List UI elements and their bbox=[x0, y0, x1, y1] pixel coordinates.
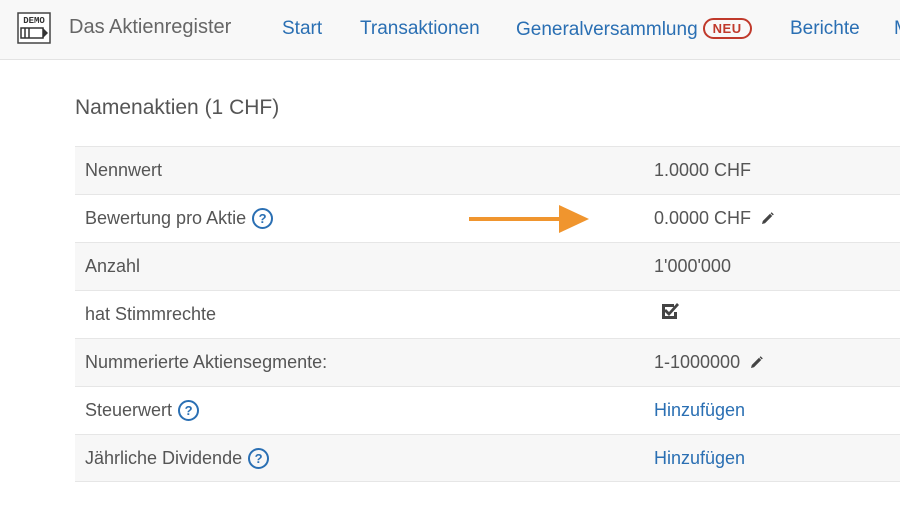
row-label: hat Stimmrechte bbox=[85, 304, 217, 324]
table-row: Nennwert 1.0000 CHF bbox=[75, 146, 900, 194]
row-label: Nummerierte Aktiensegmente: bbox=[85, 352, 328, 372]
table-row: hat Stimmrechte bbox=[75, 290, 900, 338]
row-value-wrapper: 1-1000000 bbox=[654, 339, 763, 386]
pencil-icon[interactable] bbox=[761, 212, 774, 225]
section-title: Namenaktien (1 CHF) bbox=[75, 96, 280, 119]
add-tax-value-link[interactable]: Hinzufügen bbox=[654, 400, 745, 421]
row-label-wrapper: Steuerwert ? bbox=[85, 387, 200, 434]
row-label: Jährliche Dividende bbox=[85, 448, 243, 468]
table-row: Jährliche Dividende ? Hinzufügen bbox=[75, 434, 900, 482]
top-navbar: DEMO Das Aktienregister Start Transaktio… bbox=[0, 0, 900, 60]
row-value-wrapper: Hinzufügen bbox=[654, 387, 745, 434]
question-circle-icon[interactable]: ? bbox=[252, 208, 274, 229]
demo-logo-icon[interactable]: DEMO bbox=[17, 12, 51, 44]
row-value-wrapper: Hinzufügen bbox=[654, 435, 745, 482]
row-value: 1.0000 CHF bbox=[654, 160, 752, 180]
nav-generalversammlung-label: Generalversammlung bbox=[516, 19, 698, 40]
nav-transaktionen[interactable]: Transaktionen bbox=[360, 18, 480, 40]
table-row: Nummerierte Aktiensegmente: 1-1000000 bbox=[75, 338, 900, 386]
row-value-wrapper: 0.0000 CHF bbox=[654, 195, 774, 242]
nav-cut-off-item[interactable]: M bbox=[894, 18, 900, 40]
row-label-wrapper: Bewertung pro Aktie ? bbox=[85, 195, 274, 242]
arrow-right-icon bbox=[469, 204, 591, 239]
row-value: 0.0000 CHF bbox=[654, 208, 752, 228]
row-label-wrapper: Jährliche Dividende ? bbox=[85, 435, 270, 482]
add-dividend-link[interactable]: Hinzufügen bbox=[654, 448, 745, 469]
checked-checkbox-icon bbox=[659, 300, 681, 322]
row-label: Anzahl bbox=[85, 256, 141, 276]
table-row: Steuerwert ? Hinzufügen bbox=[75, 386, 900, 434]
row-label: Bewertung pro Aktie bbox=[85, 208, 247, 228]
nav-berichte[interactable]: Berichte bbox=[790, 18, 860, 40]
share-details-table: Nennwert 1.0000 CHF Bewertung pro Aktie … bbox=[75, 146, 900, 482]
nav-generalversammlung[interactable]: Generalversammlung NEU bbox=[516, 18, 752, 41]
nav-start[interactable]: Start bbox=[282, 18, 322, 40]
row-label: Steuerwert bbox=[85, 400, 173, 420]
svg-text:DEMO: DEMO bbox=[23, 16, 45, 26]
pencil-icon[interactable] bbox=[750, 356, 763, 369]
row-label: Nennwert bbox=[85, 160, 163, 180]
table-row: Anzahl 1'000'000 bbox=[75, 242, 900, 290]
row-value-wrapper bbox=[654, 291, 681, 338]
row-value: 1-1000000 bbox=[654, 352, 741, 372]
row-value: 1'000'000 bbox=[654, 256, 731, 276]
brand-title[interactable]: Das Aktienregister bbox=[69, 16, 231, 39]
question-circle-icon[interactable]: ? bbox=[178, 400, 200, 421]
question-circle-icon[interactable]: ? bbox=[248, 448, 270, 469]
new-badge: NEU bbox=[702, 18, 752, 39]
